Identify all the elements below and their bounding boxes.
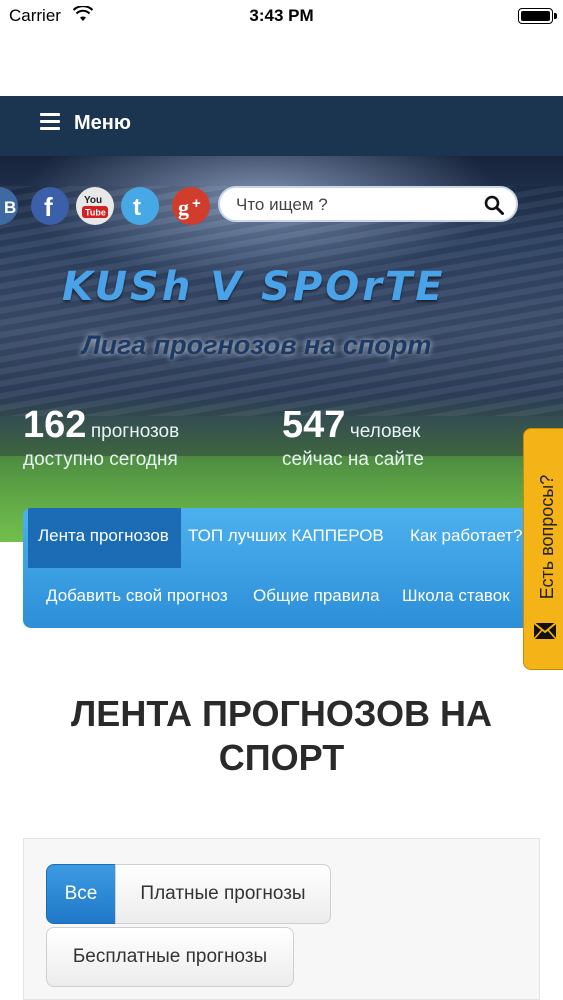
stat-online: 547 человек сейчас на сайте — [282, 404, 424, 471]
filter-panel: Все Платные прогнозы Бесплатные прогнозы — [23, 838, 540, 1000]
nav-item-how-it-works[interactable]: Как работает? — [410, 526, 522, 546]
search-box[interactable] — [218, 186, 518, 222]
nav-item-add-forecast[interactable]: Добавить свой прогноз — [46, 586, 228, 606]
nav-item-rules[interactable]: Общие правила — [253, 586, 380, 606]
clock: 3:43 PM — [249, 6, 314, 25]
svg-text:t: t — [133, 194, 141, 221]
nav-item-forecast-feed[interactable]: Лента прогнозов — [28, 508, 181, 568]
stat-forecasts: 162 прогнозов доступно сегодня — [23, 404, 179, 471]
site-logo[interactable]: KUSh V SPOrTE — [62, 264, 446, 310]
main-nav: Лента прогнозов ТОП лучших КАППЕРОВ Как … — [23, 508, 563, 628]
svg-text:g: g — [178, 195, 189, 220]
svg-text:B: B — [4, 198, 16, 217]
svg-text:f: f — [44, 192, 53, 222]
vk-icon[interactable]: B — [0, 187, 18, 225]
stat-number: 162 — [23, 404, 87, 446]
page-title: ЛЕНТА ПРОГНОЗОВ НА СПОРТ — [71, 693, 492, 778]
nav-item-betting-school[interactable]: Школа ставок — [402, 586, 510, 606]
google-plus-icon[interactable]: g + — [172, 187, 210, 225]
filter-paid-button[interactable]: Платные прогнозы — [115, 864, 331, 924]
questions-tab[interactable]: Есть вопросы? — [523, 428, 563, 670]
stat-unit: человек — [349, 421, 421, 442]
stat-unit: прогнозов — [90, 421, 180, 442]
stat-number: 547 — [282, 404, 346, 446]
envelope-icon[interactable] — [533, 621, 557, 641]
svg-text:+: + — [192, 195, 201, 212]
menu-label[interactable]: Меню — [74, 112, 131, 135]
filter-all-button[interactable]: Все — [46, 864, 116, 924]
status-bar: Carrier 3:43 PM — [0, 0, 563, 32]
filter-free-button[interactable]: Бесплатные прогнозы — [46, 927, 294, 987]
stat-caption: сейчас на сайте — [282, 449, 424, 470]
svg-text:Tube: Tube — [85, 208, 106, 218]
twitter-icon[interactable]: t — [121, 187, 159, 225]
stat-caption: доступно сегодня — [23, 449, 178, 470]
search-input[interactable] — [236, 194, 476, 216]
site-tagline: Лига прогнозов на спорт — [82, 330, 432, 360]
nav-item-top-cappers[interactable]: ТОП лучших КАППЕРОВ — [188, 526, 384, 546]
search-icon[interactable] — [484, 195, 504, 215]
hamburger-icon[interactable] — [40, 113, 60, 131]
youtube-icon[interactable]: You Tube — [76, 187, 114, 225]
facebook-icon[interactable]: f — [31, 187, 69, 225]
menu-bar[interactable]: Меню — [0, 96, 563, 156]
svg-text:You: You — [84, 195, 102, 206]
battery-icon — [518, 8, 557, 24]
questions-label[interactable]: Есть вопросы? — [537, 442, 561, 632]
screen: Carrier 3:43 PM Меню B f You Tube t g + … — [0, 0, 563, 1000]
hero-banner: B f You Tube t g + Что ищем ? KUSh V SPO… — [0, 156, 563, 542]
